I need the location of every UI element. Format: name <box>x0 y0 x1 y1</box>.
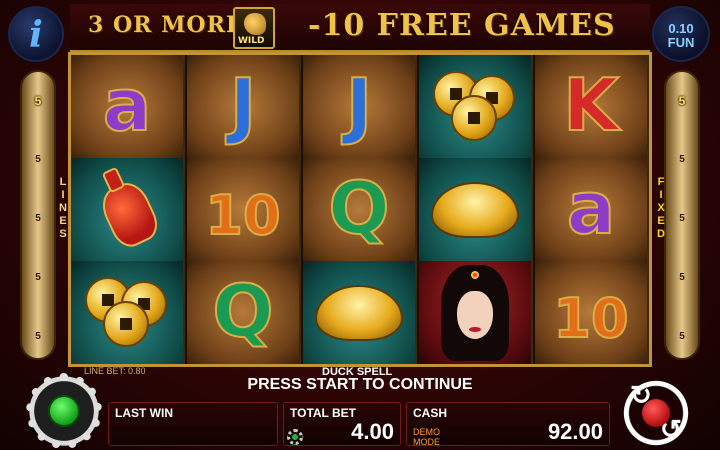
symbol-j-icon: J <box>229 63 258 147</box>
total-bet-label: TOTAL BET <box>290 406 356 420</box>
fun-denomination-button[interactable]: 0.10 FUN <box>652 6 710 62</box>
payline-number: 5 <box>34 94 42 108</box>
symbol-a-icon: a <box>566 166 617 250</box>
payline-number: 5 <box>35 272 41 283</box>
payline-number: 5 <box>679 331 685 342</box>
demo-mode-label: DEMO MODE <box>413 427 440 447</box>
symbol-10-icon: 10 <box>552 286 629 351</box>
bet-settings-icon[interactable] <box>287 429 303 445</box>
payline-number: 5 <box>679 272 685 283</box>
settings-button[interactable] <box>26 373 102 449</box>
symbol-k-icon: K <box>562 63 620 147</box>
lady-portrait-icon <box>437 265 513 363</box>
reel-symbol <box>71 158 185 261</box>
reel-symbol <box>419 55 533 158</box>
reel-symbol: J <box>187 55 301 158</box>
reel-symbol: J <box>303 55 417 158</box>
duck-icon <box>244 13 266 35</box>
banner-right-text: -10 FREE GAMES <box>308 8 616 43</box>
gold-ingot-icon <box>315 284 403 341</box>
free-games-banner: 3 OR MORE WILD -10 FREE GAMES <box>70 4 650 52</box>
info-icon: i <box>29 14 43 56</box>
reel-symbol: K <box>535 55 649 158</box>
reel-symbol <box>419 158 533 261</box>
reel-symbol <box>419 261 533 364</box>
gold-coins-icon <box>433 70 517 143</box>
vase-icon <box>88 160 166 257</box>
reel-symbol: a <box>535 158 649 261</box>
reel-5: Ka 10 <box>535 55 649 364</box>
coin-icon <box>103 300 149 347</box>
gold-coins-icon <box>85 276 169 349</box>
coin-icon <box>451 94 497 141</box>
spin-core-icon <box>642 399 670 427</box>
status-message: PRESS START TO CONTINUE <box>247 376 473 393</box>
payline-number: 5 <box>678 94 686 108</box>
payline-indicator-left: 5 5 5 5 5 <box>20 70 56 360</box>
reel-1: a <box>71 55 185 364</box>
payline-number: 5 <box>35 213 41 224</box>
wild-label: WILD <box>238 36 265 46</box>
total-bet-value: 4.00 <box>351 419 394 444</box>
payline-number: 5 <box>679 213 685 224</box>
game-stage: 3 OR MORE WILD -10 FREE GAMES i 0.10 FUN… <box>0 0 720 450</box>
banner-left-text: 3 OR MORE <box>88 12 244 38</box>
reel-symbol: Q <box>303 158 417 261</box>
reel-3: JQ <box>303 55 417 364</box>
symbol-a-icon: a <box>102 63 153 147</box>
payline-number: 5 <box>679 154 685 165</box>
fixed-vertical-label: FIXED <box>657 176 665 240</box>
last-win-panel: LAST WIN <box>108 402 278 446</box>
cash-panel: CASH DEMO MODE 92.00 <box>406 402 610 447</box>
payline-indicator-right: 5 5 5 5 5 <box>664 70 700 360</box>
reel-symbol: 10 <box>535 261 649 364</box>
last-win-label: LAST WIN <box>115 406 173 420</box>
total-bet-panel[interactable]: TOTAL BET 4.00 <box>283 402 401 446</box>
symbol-q-icon: Q <box>211 269 274 353</box>
line-bet-label: LINE BET: 0.80 <box>84 366 146 376</box>
symbol-q-icon: Q <box>327 166 390 250</box>
fun-label: FUN <box>667 35 695 50</box>
cash-value: 92.00 <box>547 419 603 444</box>
payline-number: 5 <box>35 154 41 165</box>
reel-area: a J 10 Q J Q Ka 10 <box>68 52 652 367</box>
symbol-10-icon: 10 <box>204 183 281 248</box>
reel-symbol: 10 <box>187 158 301 261</box>
cash-label: CASH <box>413 406 448 420</box>
symbol-j-icon: J <box>345 63 374 147</box>
reel-4 <box>419 55 533 364</box>
payline-number: 5 <box>35 331 41 342</box>
reel-symbol: a <box>71 55 185 158</box>
info-button[interactable]: i <box>8 6 64 62</box>
reel-symbol: Q <box>187 261 301 364</box>
reel-symbol <box>303 261 417 364</box>
gold-ingot-icon <box>431 181 519 238</box>
wild-symbol-icon: WILD <box>233 7 275 49</box>
lines-vertical-label: LINES <box>59 176 67 240</box>
reel-symbol <box>71 261 185 364</box>
spin-button[interactable]: ↻ ↺ <box>616 378 696 448</box>
reel-2: J 10 Q <box>187 55 301 364</box>
denomination-value: 0.10 <box>668 21 694 36</box>
green-light-icon <box>48 395 80 427</box>
